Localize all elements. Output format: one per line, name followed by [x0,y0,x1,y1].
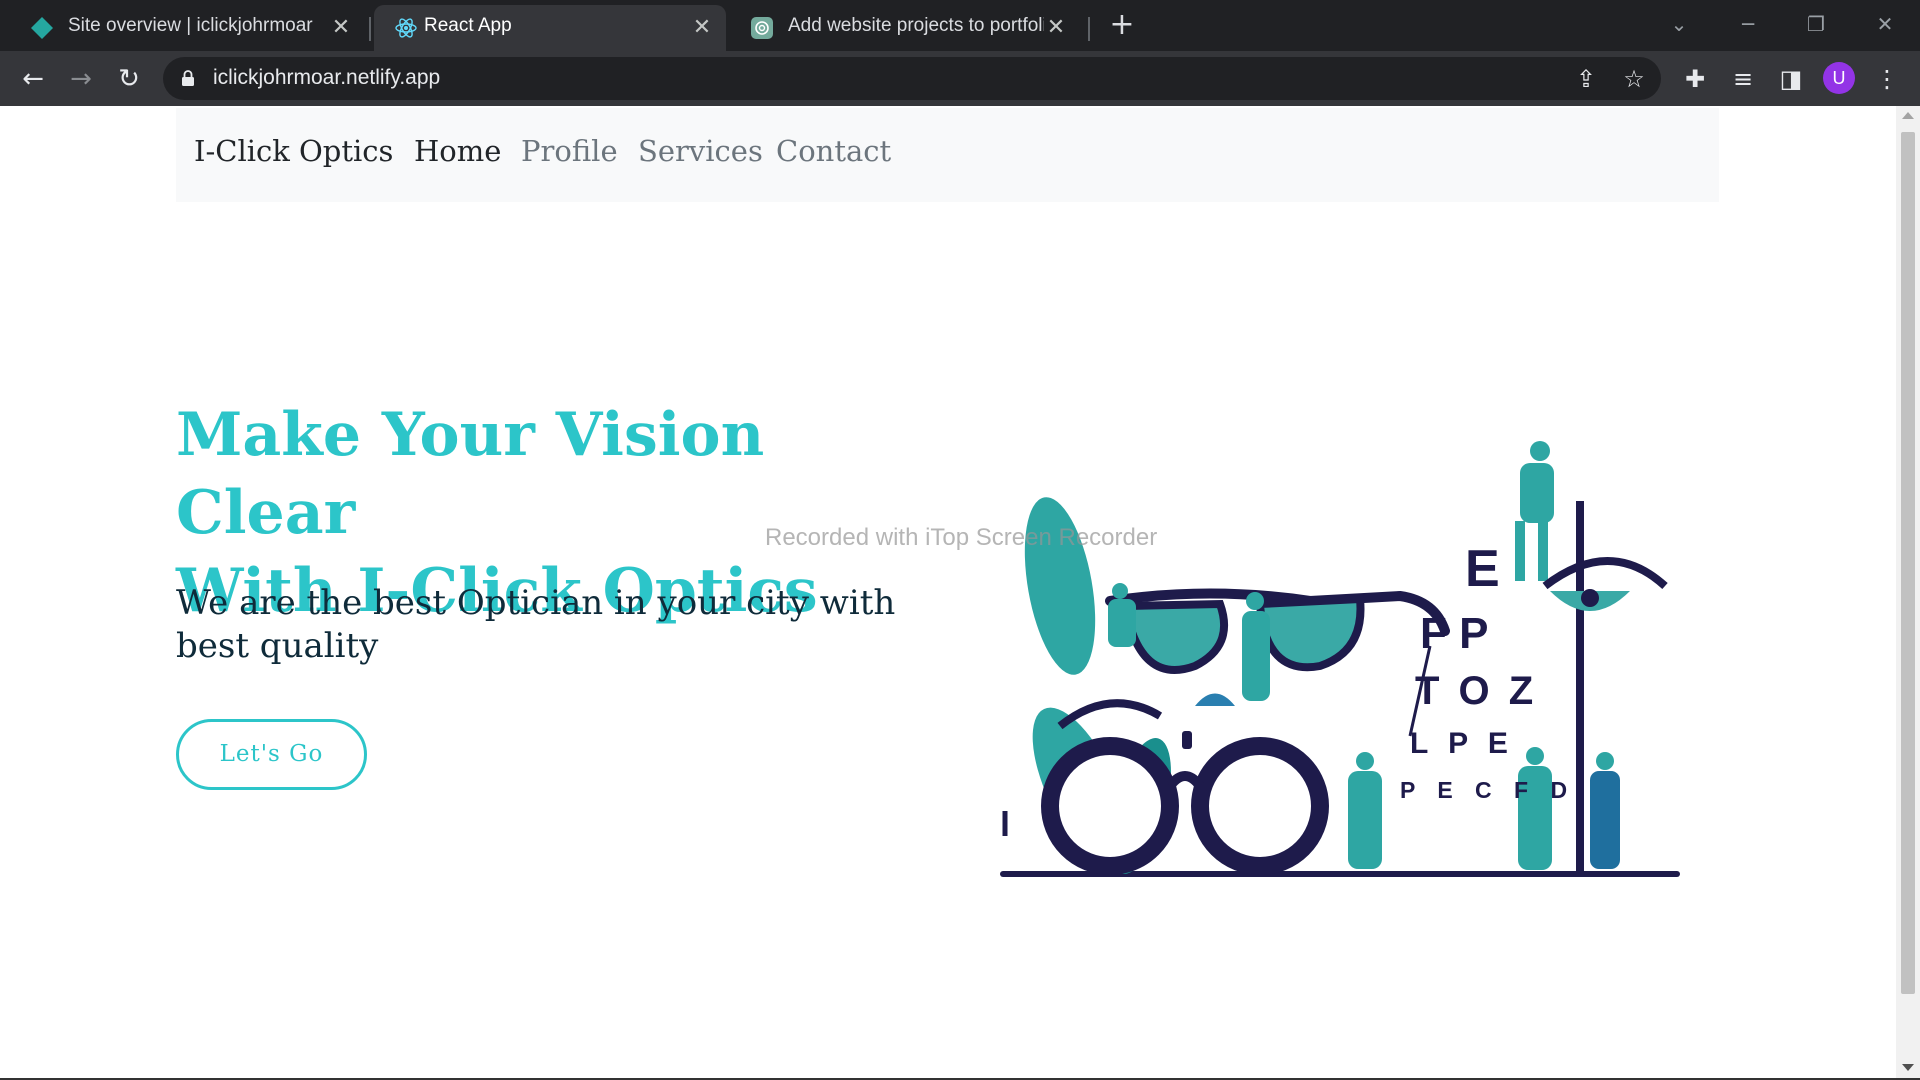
optician-illustration: E F P T O Z L P E P E C F D [1000,441,1680,877]
profile-avatar[interactable]: U [1823,62,1855,94]
close-window-icon[interactable]: ✕ [1870,9,1900,39]
tab-chatgpt[interactable]: Add website projects to portfolio ✕ [730,5,1080,51]
back-arrow-icon[interactable]: ← [18,64,48,94]
tab-separator [1088,17,1090,41]
media-queue-icon[interactable]: ≡ [1728,64,1758,94]
restore-icon[interactable]: ❐ [1801,9,1831,39]
tab-search-chevron-icon[interactable]: ⌄ [1664,9,1694,39]
nav-link-home[interactable]: Home [414,134,501,168]
site-navbar: I-Click Optics Home Profile Services Con… [176,108,1719,202]
nav-link-contact[interactable]: Contact [776,134,891,168]
eye-chart-row-4: L P E [1410,727,1514,760]
bookmark-star-icon[interactable]: ☆ [1619,64,1649,94]
share-icon[interactable]: ⇪ [1571,64,1601,94]
site-brand[interactable]: I-Click Optics [194,134,393,168]
tab-title: React App [424,15,512,36]
scroll-up-arrow-icon[interactable] [1902,112,1914,119]
eye-chart-row-1: E [1465,540,1500,598]
scroll-thumb[interactable] [1901,132,1915,994]
nav-link-services[interactable]: Services [638,134,763,168]
extensions-puzzle-icon[interactable]: ✚ [1680,64,1710,94]
scroll-down-arrow-icon[interactable] [1902,1064,1914,1071]
lock-icon [182,70,194,86]
page-scrollbar[interactable] [1896,106,1920,1080]
close-icon[interactable]: ✕ [1044,15,1068,39]
address-url: iclickjohrmoar.netlify.app [213,66,441,89]
new-tab-plus-icon[interactable]: + [1108,10,1136,40]
eye-chart-row-3: T O Z [1415,669,1537,713]
nav-link-profile[interactable]: Profile [521,134,618,168]
react-atom-icon [395,18,417,38]
chatgpt-knot-icon [751,17,773,39]
forward-arrow-icon[interactable]: → [66,64,96,94]
tab-separator [369,17,371,41]
page-viewport: I-Click Optics Home Profile Services Con… [0,106,1896,1078]
address-bar[interactable]: iclickjohrmoar.netlify.app ⇪ ☆ [163,57,1661,100]
reload-icon[interactable]: ↻ [114,64,144,94]
hero-title-line-1: Make Your Vision Clear [176,400,765,548]
eye-chart-row-5: P E C F D [1400,777,1575,803]
screen-recorder-watermark: Recorded with iTop Screen Recorder [765,524,1158,551]
tab-site-overview[interactable]: Site overview | iclickjohrmoar ✕ [10,5,365,51]
side-panel-icon[interactable]: ◨ [1776,64,1806,94]
eye-chart-row-2: F P [1420,609,1488,658]
tab-strip: Site overview | iclickjohrmoar ✕ React A… [0,0,1920,51]
lets-go-button[interactable]: Let's Go [176,719,367,790]
tab-title: Add website projects to portfolio [788,15,1044,36]
tab-react-app[interactable]: React App ✕ [374,5,726,51]
browser-toolbar: ← → ↻ iclickjohrmoar.netlify.app ⇪ ☆ ✚ ≡… [0,51,1920,106]
kebab-menu-icon[interactable]: ⋮ [1872,64,1902,94]
netlify-diamond-icon [31,17,53,39]
minimize-icon[interactable]: ─ [1733,9,1763,39]
tab-title: Site overview | iclickjohrmoar [68,15,313,36]
close-icon[interactable]: ✕ [690,15,714,39]
close-icon[interactable]: ✕ [329,15,353,39]
hero-subtitle: We are the best Optician in your city wi… [176,583,896,666]
